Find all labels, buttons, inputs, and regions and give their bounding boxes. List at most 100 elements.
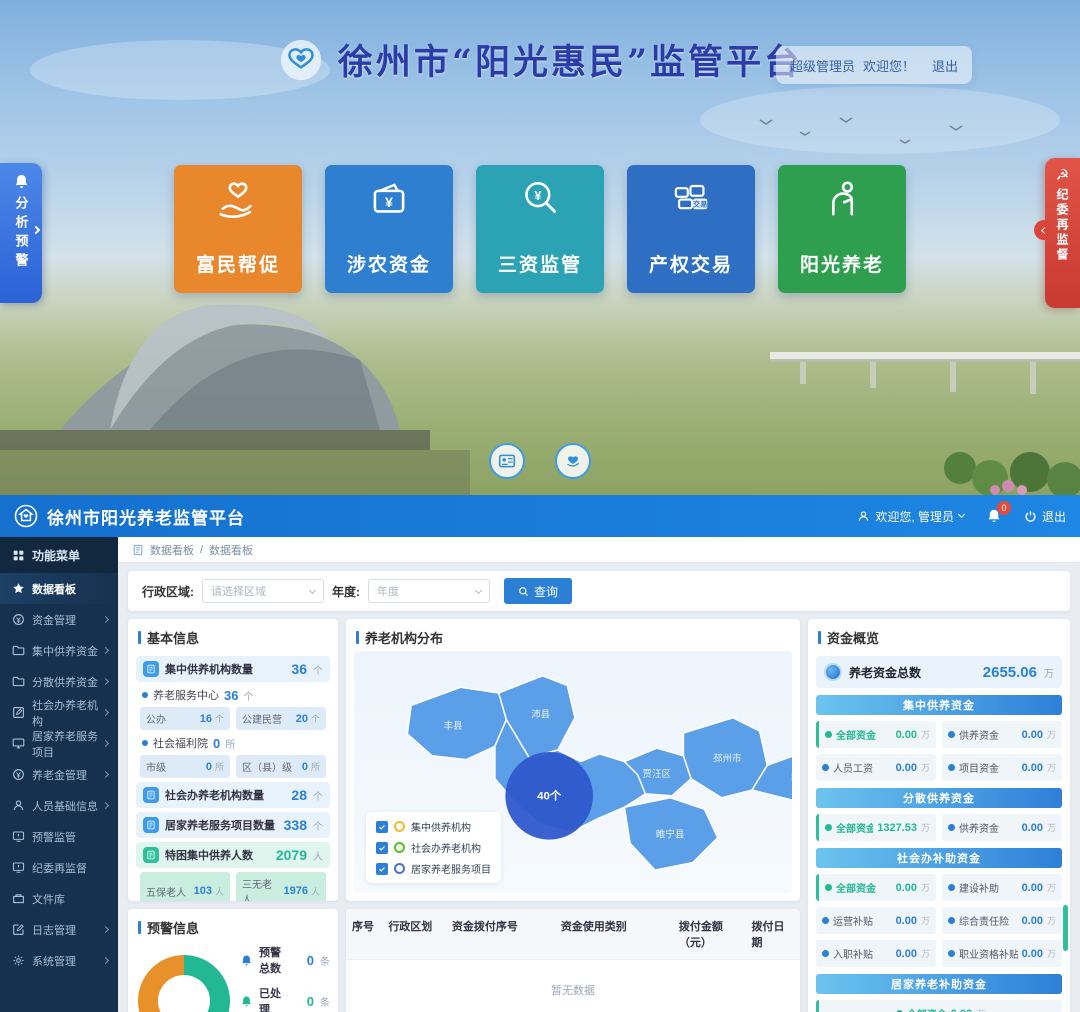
chip: 区（县）级0所 bbox=[236, 755, 326, 778]
stat-label: 特困集中供养人数 bbox=[165, 847, 253, 863]
tile-shenong-zijin[interactable]: ¥ 涉农资金 bbox=[325, 165, 453, 293]
fund-cell: 职业资格补贴0.00万 bbox=[942, 940, 1062, 967]
hero-logout-button[interactable]: 退出 bbox=[932, 56, 958, 75]
map-label-suining: 睢宁县 bbox=[656, 829, 685, 841]
home-heart-logo-icon bbox=[14, 504, 38, 528]
stat-tk-central: 特困集中供养人数 2079 人 bbox=[136, 842, 330, 868]
dashboard-title: 徐州市阳光养老监管平台 bbox=[47, 504, 245, 529]
legend-home-projects[interactable]: 居家养老服务项目 bbox=[376, 861, 491, 876]
tile-label: 三资监管 bbox=[498, 250, 582, 277]
checkbox-checked-icon[interactable] bbox=[376, 863, 388, 875]
coin-icon bbox=[12, 768, 25, 781]
monitor-icon bbox=[12, 737, 25, 750]
warning-donut-chart bbox=[138, 955, 230, 1012]
user-menu[interactable]: 欢迎您, 管理员 bbox=[857, 508, 964, 525]
sidebar-item-label: 资金管理 bbox=[32, 612, 76, 628]
sidebar-item-central-fund[interactable]: 集中供养资金 bbox=[0, 635, 118, 666]
fund-total-icon bbox=[824, 663, 842, 681]
stat-value: 28 bbox=[291, 787, 307, 803]
edit-square-icon bbox=[12, 706, 25, 719]
bell-icon bbox=[240, 995, 253, 1008]
tile-label: 产权交易 bbox=[649, 250, 733, 277]
sidebar-menu-header[interactable]: 功能菜单 bbox=[0, 537, 118, 573]
sidebar-item-system-mgmt[interactable]: 系统管理 bbox=[0, 945, 118, 976]
chip: 市级0所 bbox=[140, 755, 230, 778]
breadcrumb-separator: / bbox=[200, 544, 203, 556]
region-filter-label: 行政区域: bbox=[142, 583, 194, 600]
year-select-placeholder: 年度 bbox=[377, 583, 399, 599]
tile-sanzi-jianguan[interactable]: ¥ 三资监管 bbox=[476, 165, 604, 293]
alert-monitor-icon bbox=[12, 861, 25, 874]
map-title: 养老机构分布 bbox=[346, 619, 800, 652]
checkbox-checked-icon[interactable] bbox=[376, 842, 388, 854]
sidebar-item-label: 人员基础信息 bbox=[32, 798, 98, 814]
warning-total-stat: 预警总数 0 条 bbox=[240, 944, 330, 976]
menu-header-label: 功能菜单 bbox=[32, 547, 80, 564]
map-legend: 集中供养机构 社会办养老机构 bbox=[366, 812, 501, 883]
sidebar-item-scattered-fund[interactable]: 分散供养资金 bbox=[0, 666, 118, 697]
chip: 公建民营20个 bbox=[236, 707, 326, 730]
year-select[interactable]: 年度 bbox=[368, 579, 490, 603]
tile-chanquan-jiaoyi[interactable]: 交易 产权交易 bbox=[627, 165, 755, 293]
sidebar-item-warning-supervision[interactable]: 预警监管 bbox=[0, 821, 118, 852]
region-select[interactable]: 请选择区域 bbox=[202, 579, 324, 603]
notification-bell-button[interactable]: 0 bbox=[986, 508, 1002, 524]
sidebar-item-data-board[interactable]: 数据看板 bbox=[0, 573, 118, 604]
fund-cell: 运营补贴0.00万 bbox=[816, 907, 936, 934]
fund-cell: 全部资金0.00万 bbox=[816, 1000, 1062, 1012]
fund-cell: 全部资金1327.53万 bbox=[816, 814, 936, 841]
platform-logo-icon bbox=[278, 37, 324, 83]
sidebar-item-personnel-info[interactable]: 人员基础信息 bbox=[0, 790, 118, 821]
doc-icon bbox=[143, 787, 159, 803]
sidebar-item-label: 养老金管理 bbox=[32, 767, 87, 783]
breadcrumb-parent[interactable]: 数据看板 bbox=[150, 542, 194, 558]
scrollbar-thumb[interactable] bbox=[1063, 905, 1068, 951]
sidebar-item-label: 系统管理 bbox=[32, 953, 76, 969]
fund-section-header: 集中供养资金 bbox=[816, 695, 1062, 715]
chips-service-center: 公办16个 公建民营20个 bbox=[140, 707, 326, 730]
bullet-value: 36 bbox=[224, 688, 238, 703]
funds-overview-panel: 资金概览 养老资金总数 2655.06 万 集中供养资金 全部资金0.00万 供… bbox=[808, 619, 1070, 1012]
legend-central-orgs[interactable]: 集中供养机构 bbox=[376, 819, 491, 834]
sidebar-item-file-library[interactable]: 文件库 bbox=[0, 883, 118, 914]
chevron-right-icon bbox=[102, 957, 109, 964]
marker-yellow-icon bbox=[394, 821, 405, 832]
tile-fumin-bangcu[interactable]: 富民帮促 bbox=[174, 165, 302, 293]
heart-care-button[interactable] bbox=[555, 443, 591, 479]
search-yuan-icon: ¥ bbox=[514, 173, 566, 225]
box-icon bbox=[12, 892, 25, 905]
notification-badge: 0 bbox=[997, 501, 1011, 515]
sidebar-item-social-org[interactable]: 社会办养老机构 bbox=[0, 697, 118, 728]
sidebar-item-pension-mgmt[interactable]: 养老金管理 bbox=[0, 759, 118, 790]
funds-title: 资金概览 bbox=[808, 619, 1070, 652]
sidebar-item-label: 纪委再监督 bbox=[32, 860, 87, 876]
logout-button[interactable]: 退出 bbox=[1024, 508, 1066, 525]
chevron-right-icon bbox=[102, 802, 109, 809]
sidebar-item-log-mgmt[interactable]: 日志管理 bbox=[0, 914, 118, 945]
search-icon bbox=[518, 586, 529, 597]
logout-label: 退出 bbox=[1042, 508, 1066, 525]
stat-social-orgs: 社会办养老机构数量 28 个 bbox=[136, 782, 330, 808]
id-card-button[interactable] bbox=[489, 443, 525, 479]
stat-label: 集中供养机构数量 bbox=[165, 661, 253, 677]
folder-icon bbox=[12, 675, 25, 688]
svg-text:¥: ¥ bbox=[534, 188, 542, 203]
sidebar-item-discipline-supervision[interactable]: 纪委再监督 bbox=[0, 852, 118, 883]
sidebar-item-home-service[interactable]: 居家养老服务项目 bbox=[0, 728, 118, 759]
tile-yangguang-yanglao[interactable]: 阳光养老 bbox=[778, 165, 906, 293]
doc-icon bbox=[143, 847, 159, 863]
sidebar-item-fund-mgmt[interactable]: 资金管理 bbox=[0, 604, 118, 635]
hero-banner: 徐州市“阳光惠民”监管平台 超级管理员 欢迎您！ 退出 分析预警 ☭ 纪委再监督 bbox=[0, 0, 1080, 495]
col-date: 拨付日期 bbox=[745, 909, 799, 959]
region-select-placeholder: 请选择区域 bbox=[211, 583, 266, 599]
query-button[interactable]: 查询 bbox=[504, 578, 572, 604]
checkbox-checked-icon[interactable] bbox=[376, 821, 388, 833]
stat-central-orgs: 集中供养机构数量 36 个 bbox=[136, 656, 330, 682]
sidebar-item-label: 数据看板 bbox=[32, 581, 76, 597]
sidebar-item-label: 社会办养老机构 bbox=[32, 697, 106, 729]
year-filter-label: 年度: bbox=[332, 583, 360, 600]
hand-heart-icon bbox=[212, 173, 264, 225]
bullet-dot bbox=[142, 740, 148, 746]
chevron-right-icon bbox=[102, 926, 109, 933]
legend-social-orgs[interactable]: 社会办养老机构 bbox=[376, 840, 491, 855]
